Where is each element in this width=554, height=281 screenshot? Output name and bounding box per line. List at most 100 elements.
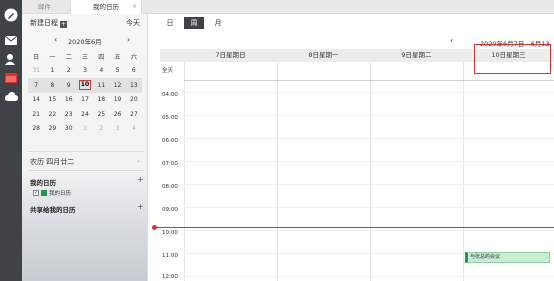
prev-week-icon[interactable]: ‹ xyxy=(450,36,453,45)
date-cell[interactable]: 1 xyxy=(77,125,93,132)
prev-month-icon[interactable]: ‹ xyxy=(54,35,57,44)
date-cell[interactable]: 15 xyxy=(44,96,60,103)
date-cell[interactable]: 1 xyxy=(44,67,60,74)
date-cell[interactable]: 5 xyxy=(109,67,125,74)
date-cell[interactable]: 12 xyxy=(109,82,125,89)
highlight-box xyxy=(474,44,551,74)
weekday-label: 三 xyxy=(81,53,88,61)
date-cell[interactable]: 23 xyxy=(61,111,77,118)
time-label: 04:00 xyxy=(162,92,178,98)
date-cell[interactable]: 30 xyxy=(61,125,77,132)
date-cell[interactable]: 17 xyxy=(77,96,93,103)
calendar-event[interactable]: 与张总的会议 xyxy=(465,252,550,263)
date-cell[interactable]: 8 xyxy=(44,82,60,89)
column-divider xyxy=(370,62,371,281)
weekday-label: 一 xyxy=(49,53,56,61)
view-week-button[interactable]: 周 xyxy=(184,17,204,29)
date-cell[interactable]: 31 xyxy=(28,67,44,74)
date-cell[interactable]: 29 xyxy=(44,125,60,132)
date-cell[interactable]: 9 xyxy=(61,82,77,89)
date-cell[interactable]: 22 xyxy=(44,111,60,118)
lunar-date[interactable]: 农历 四月廿二 xyxy=(30,157,74,167)
date-cell[interactable]: 2 xyxy=(61,67,77,74)
time-label: 07:00 xyxy=(162,161,178,167)
time-label: 09:00 xyxy=(162,207,178,213)
calendar-item-my-calendar[interactable]: ✓ 我的日历 xyxy=(33,189,71,197)
date-cell[interactable]: 28 xyxy=(28,125,44,132)
weekday-label: 日 xyxy=(33,53,40,61)
month-nav: ‹ 2020年6月 › xyxy=(22,35,148,47)
column-divider xyxy=(277,62,278,281)
current-time-line xyxy=(154,227,554,228)
date-cell[interactable]: 4 xyxy=(93,67,109,74)
divider xyxy=(28,151,144,152)
hour-line xyxy=(184,92,554,93)
checkbox-icon[interactable]: ✓ xyxy=(33,190,39,196)
add-shared-calendar-plus-icon[interactable]: + xyxy=(137,202,144,211)
date-cell[interactable]: 20 xyxy=(126,96,142,103)
date-cell[interactable]: 2 xyxy=(93,125,109,132)
day-header[interactable]: 8日星期一 xyxy=(277,49,370,62)
date-cell[interactable]: 26 xyxy=(109,111,125,118)
today-button[interactable]: 今天 xyxy=(126,18,140,28)
date-cell[interactable]: 3 xyxy=(77,67,93,74)
close-tab-icon[interactable]: × xyxy=(132,0,137,14)
tab-my-calendar-label: 我的日历 xyxy=(93,3,119,11)
add-calendar-plus-icon[interactable]: + xyxy=(137,175,144,184)
view-month-button[interactable]: 月 xyxy=(208,17,228,29)
date-cell[interactable]: 25 xyxy=(93,111,109,118)
date-cell[interactable]: 6 xyxy=(126,67,142,74)
time-label: 12:00 xyxy=(162,274,178,280)
date-cell[interactable]: 21 xyxy=(28,111,44,118)
time-label: 11:00 xyxy=(162,253,178,259)
date-cell[interactable]: 18 xyxy=(93,96,109,103)
tab-mail[interactable]: 邮件 xyxy=(22,0,67,14)
date-cell-today[interactable]: 10 xyxy=(77,80,93,91)
hour-line xyxy=(184,207,554,208)
view-day-button[interactable]: 日 xyxy=(160,17,180,29)
today-date-label: 10 xyxy=(78,80,92,91)
time-label: 06:00 xyxy=(162,138,178,144)
calendar-icon[interactable] xyxy=(4,70,18,84)
tab-my-calendar[interactable]: 我的日历 × xyxy=(70,0,142,14)
hour-line xyxy=(184,161,554,162)
weekday-label: 四 xyxy=(98,53,105,61)
pencil-icon[interactable] xyxy=(4,8,18,22)
calendar-color-swatch xyxy=(41,190,47,196)
all-day-label: 全天 xyxy=(162,68,174,74)
date-cell[interactable]: 24 xyxy=(77,111,93,118)
week-row: 28 29 30 1 2 3 4 xyxy=(28,122,142,137)
weekday-label: 六 xyxy=(130,53,137,61)
hour-line xyxy=(184,276,554,277)
date-cell[interactable]: 7 xyxy=(28,82,44,89)
hour-line xyxy=(184,115,554,116)
month-title: 2020年6月 xyxy=(68,38,102,46)
new-schedule-button[interactable]: 新建日程 + xyxy=(30,18,67,28)
time-label: 05:00 xyxy=(162,115,178,121)
my-calendars-heading: 我的日历 xyxy=(30,179,56,187)
day-header[interactable]: 9日星期二 xyxy=(370,49,463,62)
date-cell[interactable]: 13 xyxy=(126,82,142,89)
date-cell[interactable]: 11 xyxy=(93,82,109,89)
cloud-icon[interactable] xyxy=(4,89,18,103)
week-row: 14 15 16 17 18 19 20 xyxy=(28,93,142,108)
date-cell[interactable]: 14 xyxy=(28,96,44,103)
date-cell[interactable]: 16 xyxy=(61,96,77,103)
date-cell[interactable]: 3 xyxy=(109,125,125,132)
contacts-icon[interactable] xyxy=(4,52,18,66)
weekday-label: 二 xyxy=(65,53,72,61)
new-schedule-label: 新建日程 xyxy=(30,19,58,27)
day-header[interactable]: 7日星期日 xyxy=(184,49,277,62)
date-cell[interactable]: 27 xyxy=(126,111,142,118)
week-row-selected: 7 8 9 10 11 12 13 xyxy=(28,78,142,93)
view-switcher: 日 周 月 xyxy=(160,17,232,29)
weekday-header: 日 一 二 三 四 五 六 xyxy=(28,49,142,64)
app-rail xyxy=(0,0,22,281)
time-label: 10:00 xyxy=(162,230,178,236)
tab-bar: 邮件 我的日历 × xyxy=(22,0,554,14)
date-cell[interactable]: 4 xyxy=(126,125,142,132)
mail-icon[interactable] xyxy=(4,33,18,47)
date-cell[interactable]: 19 xyxy=(109,96,125,103)
next-month-icon[interactable]: › xyxy=(127,35,130,44)
chevron-down-icon[interactable]: ⌄ xyxy=(136,157,141,164)
